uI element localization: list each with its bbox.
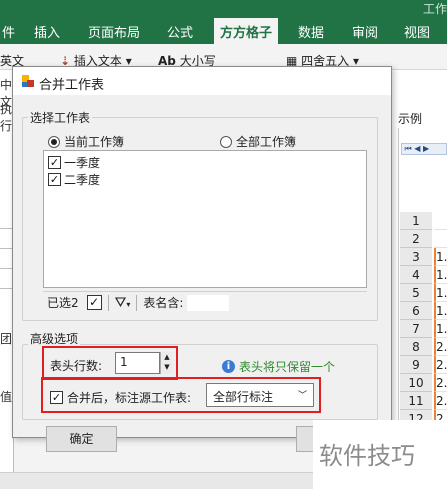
preview-cell: 2.	[434, 356, 447, 374]
info-icon: i	[222, 360, 235, 373]
preview-row-number: 7	[400, 320, 432, 338]
preview-row-number: 3	[400, 248, 432, 266]
radio-all-label: 全部工作簿	[236, 135, 297, 149]
preview-cell: 1.	[434, 320, 447, 338]
tab-data[interactable]: 数据	[298, 22, 324, 41]
preview-row-number: 6	[400, 302, 432, 320]
sheet-label: 一季度	[64, 156, 101, 170]
filter-icon[interactable]: ⛛▾	[115, 295, 131, 311]
preview-row-number: 10	[400, 374, 432, 392]
left-cell-fragment: 团	[0, 332, 13, 346]
preview-nav-bar[interactable]: ⏮ ◀ ▶	[401, 143, 447, 155]
toolbar-divider	[107, 294, 109, 311]
select-sheets-group-label: 选择工作表	[28, 109, 93, 126]
list-item[interactable]: ✓ 一季度	[48, 154, 100, 171]
tab-page-layout[interactable]: 页面布局	[88, 22, 140, 41]
preview-cell: 2.	[434, 374, 447, 392]
radio-current-workbook[interactable]: 当前工作簿	[48, 133, 124, 150]
preview-cell: 1.	[434, 284, 447, 302]
selected-count: 已选2	[47, 296, 79, 310]
radio-current-label: 当前工作簿	[64, 135, 125, 149]
preview-row-number: 4	[400, 266, 432, 284]
sheet-checkbox[interactable]: ✓	[48, 156, 61, 169]
preview-label: 示例	[398, 112, 423, 126]
list-item[interactable]: ✓ 二季度	[48, 171, 100, 188]
sheet-name-filter-input[interactable]	[187, 294, 230, 311]
merge-sheets-icon	[22, 75, 34, 87]
preview-row-number: 8	[400, 338, 432, 356]
header-note: 表头将只保留一个	[239, 360, 336, 374]
preview-cell	[434, 230, 447, 248]
sheet-list-toolbar: 已选2 ✓ ⛛▾ 表名含:	[43, 291, 367, 313]
sheet-list[interactable]: ✓ 一季度 ✓ 二季度	[43, 150, 367, 288]
preview-row-number: 1	[400, 212, 432, 230]
tab-view[interactable]: 视图	[404, 22, 430, 41]
preview-cell: 1.	[434, 266, 447, 284]
left-cell-fragment: 值	[0, 390, 13, 404]
preview-cell: 1.	[434, 248, 447, 266]
preview-cell: 1.	[434, 302, 447, 320]
tab-file[interactable]: 件	[2, 22, 15, 41]
tab-insert[interactable]: 插入	[34, 22, 60, 41]
dialog-title: 合并工作表	[39, 78, 105, 93]
toolbar-divider	[136, 294, 138, 311]
tab-formulas[interactable]: 公式	[167, 22, 193, 41]
preview-cell	[434, 212, 447, 230]
sheet-label: 二季度	[64, 173, 101, 187]
status-bar	[0, 472, 313, 489]
preview-cell: 2.	[434, 338, 447, 356]
radio-current-indicator[interactable]	[48, 135, 60, 148]
tab-review[interactable]: 审阅	[352, 22, 378, 41]
highlight-header-rows	[42, 346, 178, 380]
sheet-checkbox[interactable]: ✓	[48, 173, 61, 186]
radio-all-workbooks[interactable]: 全部工作簿	[220, 133, 296, 150]
preview-row-number: 11	[400, 392, 432, 410]
preview-row-number: 5	[400, 284, 432, 302]
watermark: 软件技巧	[313, 420, 447, 489]
preview-row-number: 2	[400, 230, 432, 248]
radio-all-indicator[interactable]	[220, 135, 232, 148]
sheet-name-label: 表名含:	[143, 296, 184, 310]
tab-fangfang[interactable]: 方方格子	[214, 18, 279, 44]
advanced-options-label: 高级选项	[28, 330, 81, 347]
ribbon-tab-bar: 件 插入 页面布局 公式 方方格子 数据 审阅 视图 工作	[0, 0, 447, 44]
highlight-mark-source	[41, 377, 321, 413]
preview-row-number: 9	[400, 356, 432, 374]
ok-button[interactable]: 确定	[46, 426, 117, 452]
window-title: 工作	[422, 2, 447, 16]
select-all-checkbox[interactable]: ✓	[86, 295, 102, 310]
dialog-titlebar[interactable]: 合并工作表	[13, 67, 391, 95]
preview-cell: 2.	[434, 392, 447, 410]
